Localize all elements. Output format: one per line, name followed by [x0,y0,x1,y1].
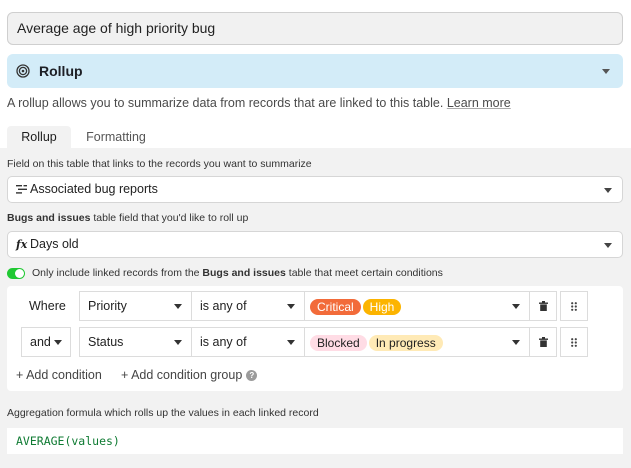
rollup-field-select[interactable]: fx Days old [7,231,623,258]
chevron-down-icon [174,304,182,309]
tab-formatting[interactable]: Formatting [71,126,161,148]
chevron-down-icon [512,304,520,309]
delete-condition-button[interactable] [529,327,557,357]
value-pill: In progress [368,334,443,351]
drag-handle[interactable] [560,291,588,321]
add-condition-button[interactable]: + Add condition [16,368,102,382]
tab-rollup[interactable]: Rollup [7,126,71,148]
chevron-down-icon [287,304,295,309]
drag-handle-icon [571,337,577,347]
condition-field-select[interactable]: Priority [79,291,192,321]
field-type-select[interactable]: Rollup [7,54,623,88]
field-name-input[interactable]: Average age of high priority bug [7,12,623,45]
linked-records-icon [16,185,27,194]
condition-toggle[interactable] [7,268,25,279]
delete-condition-button[interactable] [529,291,557,321]
trash-icon [538,337,548,348]
link-field-select[interactable]: Associated bug reports [7,176,623,203]
chevron-down-icon [604,243,612,248]
rollup-description: A rollup allows you to summarize data fr… [7,96,511,110]
condition-operator-select[interactable]: is any of [191,327,305,357]
chevron-down-icon [54,340,62,345]
condition-values-select[interactable]: Blocked In progress [304,327,530,357]
learn-more-link[interactable]: Learn more [447,96,511,110]
value-pill: Blocked [310,334,367,351]
condition-conjunction: Where [29,299,66,313]
drag-handle-icon [571,301,577,311]
condition-field-select[interactable]: Status [79,327,192,357]
add-condition-group-button[interactable]: + Add condition group? [121,368,258,382]
field-type-label: Rollup [39,63,83,79]
chevron-down-icon [512,340,520,345]
link-field-label: Field on this table that links to the re… [7,158,312,170]
aggregation-formula-input[interactable]: AVERAGE(values) [7,428,623,454]
condition-values-select[interactable]: Critical High [304,291,530,321]
formula-fx-icon: fx [16,238,28,251]
rollup-field-value: Days old [30,237,79,251]
chevron-down-icon [174,340,182,345]
value-pill: Critical [310,298,361,315]
rollup-spiral-icon [16,64,30,78]
rollup-field-label: Bugs and issues table field that you'd l… [7,212,249,224]
condition-operator-select[interactable]: is any of [191,291,305,321]
link-field-value: Associated bug reports [30,182,158,196]
drag-handle[interactable] [560,327,588,357]
rollup-table-name: Bugs and issues [7,212,91,224]
condition-toggle-label: Only include linked records from the Bug… [32,267,443,279]
chevron-down-icon [287,340,295,345]
condition-table-name: Bugs and issues [202,267,286,279]
help-icon[interactable]: ? [246,370,258,382]
chevron-down-icon [604,188,612,193]
trash-icon [538,301,548,312]
value-pill: High [362,298,402,315]
aggregation-label: Aggregation formula which rolls up the v… [7,407,319,419]
condition-conjunction-select[interactable]: and [21,327,71,357]
chevron-down-icon [602,69,610,74]
